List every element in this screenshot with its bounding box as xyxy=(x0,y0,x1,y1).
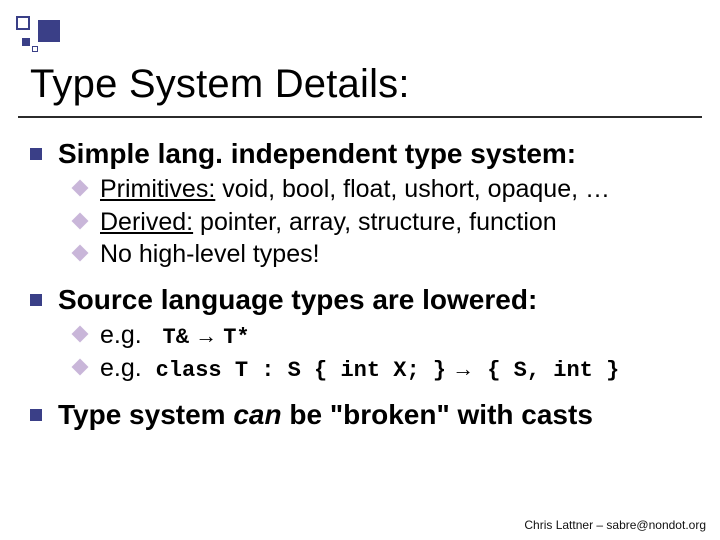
diamond-bullet-icon xyxy=(72,359,89,376)
slide: Type System Details: Simple lang. indepe… xyxy=(0,0,720,540)
eg-label: e.g. xyxy=(100,321,142,349)
arrow-icon: → xyxy=(446,356,480,381)
bullet-2: Source language types are lowered: xyxy=(30,284,704,316)
slide-body: Simple lang. independent type system: Pr… xyxy=(30,138,704,435)
derived-label: Derived: xyxy=(100,208,193,236)
diamond-bullet-icon xyxy=(72,245,89,262)
primitives-list: void, bool, float, ushort, opaque, … xyxy=(215,175,610,203)
bullet-2-text: Source language types are lowered: xyxy=(58,284,537,315)
diamond-bullet-icon xyxy=(72,212,89,229)
primitives-label: Primitives: xyxy=(100,175,215,203)
bullet-3-text-a: Type system xyxy=(58,399,233,430)
code-class-def: class T : S { int X; } xyxy=(156,358,446,383)
corner-decoration xyxy=(16,16,60,60)
footer-attribution: Chris Lattner – sabre@nondot.org xyxy=(524,518,706,532)
bullet-1-sub-1: Primitives: void, bool, float, ushort, o… xyxy=(74,174,704,205)
title-rule xyxy=(18,116,702,118)
diamond-bullet-icon xyxy=(72,180,89,197)
bullet-3: Type system can be "broken" with casts xyxy=(30,399,704,431)
bullet-2-sub-1: e.g. T& → T* xyxy=(74,320,704,352)
slide-title: Type System Details: xyxy=(30,62,410,107)
no-high-level-text: No high-level types! xyxy=(100,240,320,268)
derived-list: pointer, array, structure, function xyxy=(193,208,557,236)
square-bullet-icon xyxy=(30,294,42,306)
bullet-1-sub-2: Derived: pointer, array, structure, func… xyxy=(74,207,704,238)
code-t-ref: T& xyxy=(163,325,189,350)
eg-label: e.g. xyxy=(100,354,142,382)
square-bullet-icon xyxy=(30,148,42,160)
bullet-2-sub-2: e.g. class T : S { int X; } → { S, int } xyxy=(74,353,704,385)
diamond-bullet-icon xyxy=(72,325,89,342)
arrow-icon: → xyxy=(189,323,223,348)
bullet-1: Simple lang. independent type system: xyxy=(30,138,704,170)
code-struct: { S, int } xyxy=(487,358,619,383)
square-bullet-icon xyxy=(30,409,42,421)
code-t-ptr: T* xyxy=(223,325,249,350)
bullet-1-sub-3: No high-level types! xyxy=(74,239,704,270)
bullet-3-text-b: be "broken" with casts xyxy=(282,399,593,430)
bullet-1-text: Simple lang. independent type system: xyxy=(58,138,576,169)
bullet-3-em: can xyxy=(233,399,281,430)
